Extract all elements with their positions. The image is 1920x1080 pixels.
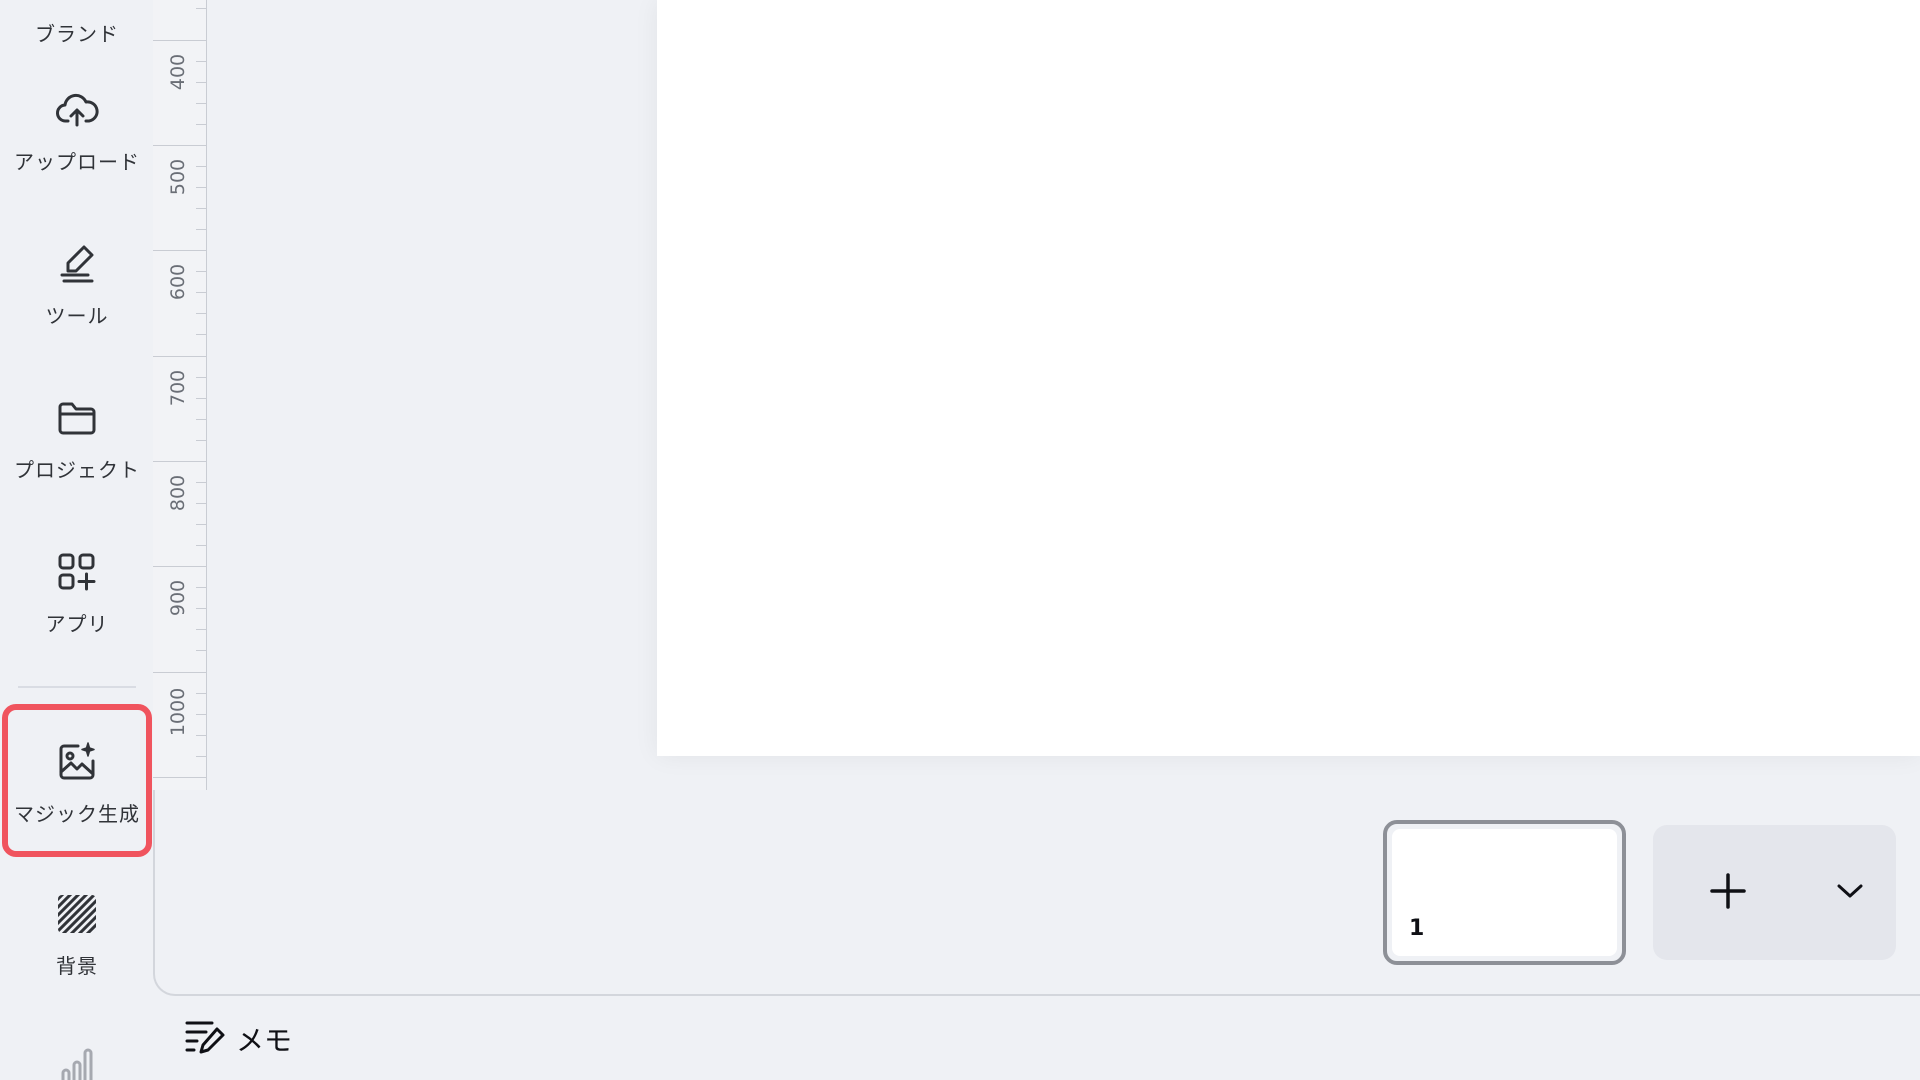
apps-grid-plus-icon <box>53 548 101 596</box>
page-thumbnail-preview <box>1392 829 1617 956</box>
chevron-down-icon <box>1835 881 1865 905</box>
ruler-major-tick <box>153 777 206 778</box>
design-canvas[interactable] <box>657 0 1920 756</box>
ruler-minor-tick <box>196 650 206 651</box>
ruler-minor-tick <box>196 629 206 630</box>
ruler-minor-tick <box>196 735 206 736</box>
page-thumbnail[interactable]: 1 <box>1383 820 1626 965</box>
vertical-ruler: 400 500 600 700 800 900 1000 <box>153 0 207 792</box>
ruler-minor-tick <box>196 229 206 230</box>
ruler-label: 800 <box>167 474 190 512</box>
folder-icon <box>53 394 101 442</box>
ruler-label: 500 <box>167 158 190 196</box>
ruler-minor-tick <box>196 608 206 609</box>
left-sidebar: ブランド アップロード ツール プロジェクト アプリ マジック生成 背景 <box>0 0 154 1080</box>
ruler-label: 600 <box>167 263 190 301</box>
ruler-minor-tick <box>196 103 206 104</box>
page-number: 1 <box>1409 916 1425 941</box>
notes-pencil-icon <box>184 1017 226 1061</box>
editor-app: ブランド アップロード ツール プロジェクト アプリ マジック生成 背景 400… <box>0 0 1920 1080</box>
cloud-upload-icon <box>53 86 101 134</box>
add-page-button[interactable] <box>1653 825 1803 960</box>
ruler-minor-tick <box>196 61 206 62</box>
highlight-frame <box>2 704 152 857</box>
ruler-major-tick <box>153 40 206 41</box>
pen-tool-icon <box>53 240 101 288</box>
ruler-minor-tick <box>196 398 206 399</box>
sidebar-item-chart[interactable] <box>0 1044 154 1080</box>
ruler-minor-tick <box>196 334 206 335</box>
sidebar-item-background[interactable]: 背景 <box>0 890 154 1040</box>
background-hatch-icon <box>53 890 101 938</box>
ruler-major-tick <box>153 672 206 673</box>
ruler-minor-tick <box>196 714 206 715</box>
ruler-minor-tick <box>196 166 206 167</box>
ruler-minor-tick <box>196 292 206 293</box>
ruler-major-tick <box>153 145 206 146</box>
sidebar-item-label: ブランド <box>35 22 119 46</box>
ruler-minor-tick <box>196 82 206 83</box>
ruler-major-tick <box>153 461 206 462</box>
ruler-major-tick <box>153 566 206 567</box>
notes-button[interactable]: メモ <box>184 1018 292 1060</box>
ruler-label: 900 <box>167 579 190 617</box>
ruler-minor-tick <box>196 124 206 125</box>
ruler-label: 1000 <box>167 687 190 737</box>
sidebar-item-apps[interactable]: アプリ <box>0 548 154 698</box>
sidebar-divider <box>18 686 136 688</box>
ruler-minor-tick <box>196 313 206 314</box>
sidebar-item-label: ツール <box>45 304 109 328</box>
ruler-label: 400 <box>167 53 190 91</box>
sidebar-item-label: 背景 <box>56 954 98 978</box>
ruler-major-tick <box>153 356 206 357</box>
ruler-minor-tick <box>196 208 206 209</box>
sidebar-item-label: アプリ <box>45 612 109 636</box>
ruler-minor-tick <box>196 545 206 546</box>
ruler-minor-tick <box>196 693 206 694</box>
sidebar-item-label: プロジェクト <box>14 458 140 482</box>
ruler-major-tick <box>153 250 206 251</box>
ruler-minor-tick <box>196 503 206 504</box>
sidebar-item-label: アップロード <box>14 150 140 174</box>
ruler-minor-tick <box>196 756 206 757</box>
ruler-minor-tick <box>196 419 206 420</box>
add-page-control <box>1653 825 1896 960</box>
ruler-minor-tick <box>196 187 206 188</box>
ruler-label: 700 <box>167 369 190 407</box>
ruler-minor-tick <box>196 482 206 483</box>
ruler-minor-tick <box>196 440 206 441</box>
ruler-minor-tick <box>196 524 206 525</box>
sidebar-item-tools[interactable]: ツール <box>0 240 154 390</box>
ruler-minor-tick <box>196 377 206 378</box>
plus-icon <box>1708 871 1748 915</box>
sidebar-item-projects[interactable]: プロジェクト <box>0 394 154 544</box>
notes-label: メモ <box>236 1024 293 1057</box>
ruler-minor-tick <box>196 8 206 9</box>
sidebar-item-upload[interactable]: アップロード <box>0 86 154 236</box>
add-page-dropdown-button[interactable] <box>1803 825 1896 960</box>
chart-icon <box>53 1044 101 1080</box>
ruler-minor-tick <box>196 271 206 272</box>
ruler-minor-tick <box>196 587 206 588</box>
